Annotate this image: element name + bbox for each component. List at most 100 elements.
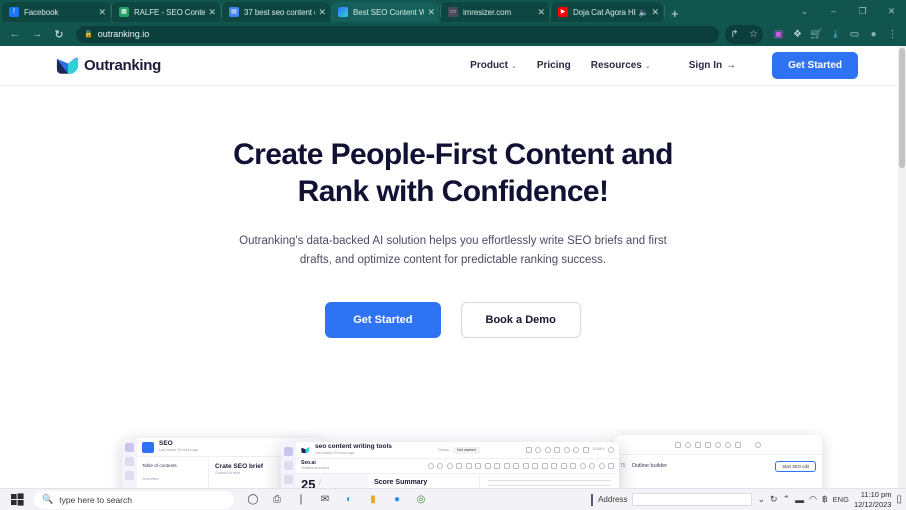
toolbar-icon[interactable] [725, 441, 731, 448]
align-justify-icon[interactable] [570, 463, 576, 469]
redo-icon[interactable] [437, 463, 443, 469]
browser-tab[interactable]: f Facebook ✕ [2, 2, 110, 22]
rail-icon[interactable] [284, 447, 293, 456]
downloads-icon[interactable]: ⤓ [826, 25, 845, 44]
sign-in-link[interactable]: Sign In → [689, 60, 736, 71]
toolbar-icon[interactable] [579, 463, 586, 469]
tab-mute-icon[interactable]: 🔈 [638, 8, 648, 17]
tab-close-icon[interactable]: ✕ [318, 7, 326, 17]
toolbar-icon[interactable] [735, 441, 741, 448]
toolbar-icon[interactable] [535, 447, 542, 453]
rail-icon[interactable] [284, 475, 293, 484]
bluetooth-icon[interactable]: ฿ [822, 494, 828, 505]
tab-close-icon[interactable]: ✕ [208, 7, 216, 17]
image-icon[interactable] [522, 463, 529, 469]
browser-tab[interactable]: ▦ RALFE - SEO Content Opti ✕ [112, 2, 220, 22]
toolbar-icon[interactable] [705, 441, 711, 448]
align-center-icon[interactable] [551, 463, 557, 469]
back-icon[interactable]: ← [4, 24, 26, 44]
edge-icon[interactable]: ◐ [338, 490, 360, 510]
tab-close-icon[interactable]: ✕ [427, 7, 435, 17]
book-a-demo-button[interactable]: Book a Demo [460, 302, 581, 338]
browser-tab[interactable]: ▶ Doja Cat Agora Hills 🔈 ✕ [551, 2, 663, 22]
taskbar-search-input[interactable]: 🔍 type here to search [34, 490, 234, 509]
align-left-icon[interactable] [541, 463, 548, 469]
nav-item-resources[interactable]: Resources ⌄ [591, 60, 651, 71]
task-view-icon[interactable]: ⎙ [266, 490, 288, 510]
taskbar-clock[interactable]: 11:10 pm 12/12/2023 [854, 490, 892, 509]
reload-icon[interactable]: ↻ [48, 24, 70, 44]
battery-icon[interactable]: ▬ [795, 495, 804, 505]
tab-close-icon[interactable]: ✕ [537, 7, 545, 17]
close-window-button[interactable]: ✕ [877, 0, 906, 22]
toolbar-icon[interactable] [715, 441, 721, 448]
toolbar-icon[interactable] [598, 463, 605, 469]
toolbar-icon[interactable] [608, 463, 614, 469]
mockup-status-value[interactable]: Not started [452, 446, 480, 454]
address-toolbar-field[interactable] [632, 493, 753, 506]
align-right-icon[interactable] [560, 463, 567, 469]
tab-search-icon[interactable]: ⌄ [790, 0, 819, 22]
undo-icon[interactable] [427, 463, 434, 469]
browser-tab-active[interactable]: Best SEO Content Writing ✕ [331, 2, 439, 22]
mockup-left-nav-item[interactable]: Table of contents [142, 463, 203, 468]
toolbar-icon[interactable] [532, 463, 538, 469]
refresh-icon[interactable]: ↻ [770, 494, 778, 505]
extension-purple-icon[interactable]: ▣ [769, 25, 788, 44]
minimize-button[interactable]: – [819, 0, 848, 22]
toolbar-icon[interactable] [456, 463, 462, 469]
zoom-icon[interactable]: ● [386, 490, 408, 510]
toolbar-icon[interactable] [685, 441, 691, 448]
site-logo[interactable]: Outranking [56, 56, 161, 75]
cortana-icon[interactable]: ◯ [242, 490, 264, 510]
toolbar-icon[interactable] [465, 463, 472, 469]
page-scrollbar-thumb[interactable] [899, 48, 905, 168]
tab-close-icon[interactable]: ✕ [651, 7, 659, 17]
italic-icon[interactable] [494, 463, 500, 469]
maximize-button[interactable]: ❐ [848, 0, 877, 22]
toolbar-icon[interactable] [695, 441, 701, 448]
refresh-icon[interactable] [608, 447, 614, 453]
chevron-down-icon[interactable]: ⌄ [757, 494, 765, 505]
language-indicator[interactable]: ENG [833, 495, 849, 504]
header-get-started-button[interactable]: Get Started [772, 52, 858, 79]
profile-avatar-icon[interactable]: ● [864, 25, 883, 44]
notification-icon[interactable]: ▯ [896, 494, 902, 505]
toolbar-icon[interactable] [525, 447, 532, 453]
mail-icon[interactable]: ✉ [314, 490, 336, 510]
file-explorer-icon[interactable]: ▮ [362, 490, 384, 510]
toolbar-icon[interactable] [554, 447, 561, 453]
toolbar-icon[interactable] [544, 447, 551, 453]
toolbar-icon[interactable] [675, 441, 681, 448]
forward-icon[interactable]: → [26, 24, 48, 44]
chrome-icon[interactable]: ◎ [410, 490, 432, 510]
bookmark-star-icon[interactable]: ☆ [744, 25, 763, 44]
sidepanel-icon[interactable]: ▭ [845, 25, 864, 44]
share-icon[interactable]: ↱ [725, 25, 744, 44]
get-started-button[interactable]: Get Started [325, 302, 441, 338]
mockup-panel-center[interactable]: seo content writing tools Last saved 10 … [281, 442, 619, 488]
toolbar-icon[interactable] [582, 447, 589, 453]
puzzle-extensions-icon[interactable]: ❖ [788, 25, 807, 44]
address-bar[interactable]: 🔒 outranking.io [76, 25, 719, 43]
browser-tab[interactable]: ▭ imresizer.com ✕ [441, 2, 549, 22]
toolbar-icon[interactable] [446, 463, 453, 469]
mockup-right-button[interactable]: Start SEO edit [775, 460, 816, 472]
toolbar-icon[interactable] [563, 447, 570, 453]
tab-close-icon[interactable]: ✕ [98, 7, 106, 17]
bold-icon[interactable] [484, 463, 491, 469]
toolbar-icon[interactable] [589, 463, 595, 469]
refresh-icon[interactable] [755, 441, 761, 448]
nav-item-product[interactable]: Product ⌄ [470, 60, 517, 71]
nav-item-pricing[interactable]: Pricing [537, 60, 571, 71]
toolbar-icon[interactable] [475, 463, 481, 469]
new-tab-button[interactable]: + [671, 7, 679, 20]
show-hidden-icons[interactable]: ⌃ [783, 494, 791, 505]
windows-start-icon[interactable] [0, 493, 34, 506]
chrome-menu-icon[interactable]: ⋮ [883, 25, 902, 44]
wifi-icon[interactable]: ◠ [809, 494, 817, 505]
underline-icon[interactable] [503, 463, 510, 469]
mockup-panel-right[interactable]: 75 Outline builder Start SEO edit [614, 435, 822, 488]
browser-tab[interactable]: ▤ 37 best seo content optim ✕ [222, 2, 330, 22]
toolbar-handle[interactable] [591, 493, 594, 506]
